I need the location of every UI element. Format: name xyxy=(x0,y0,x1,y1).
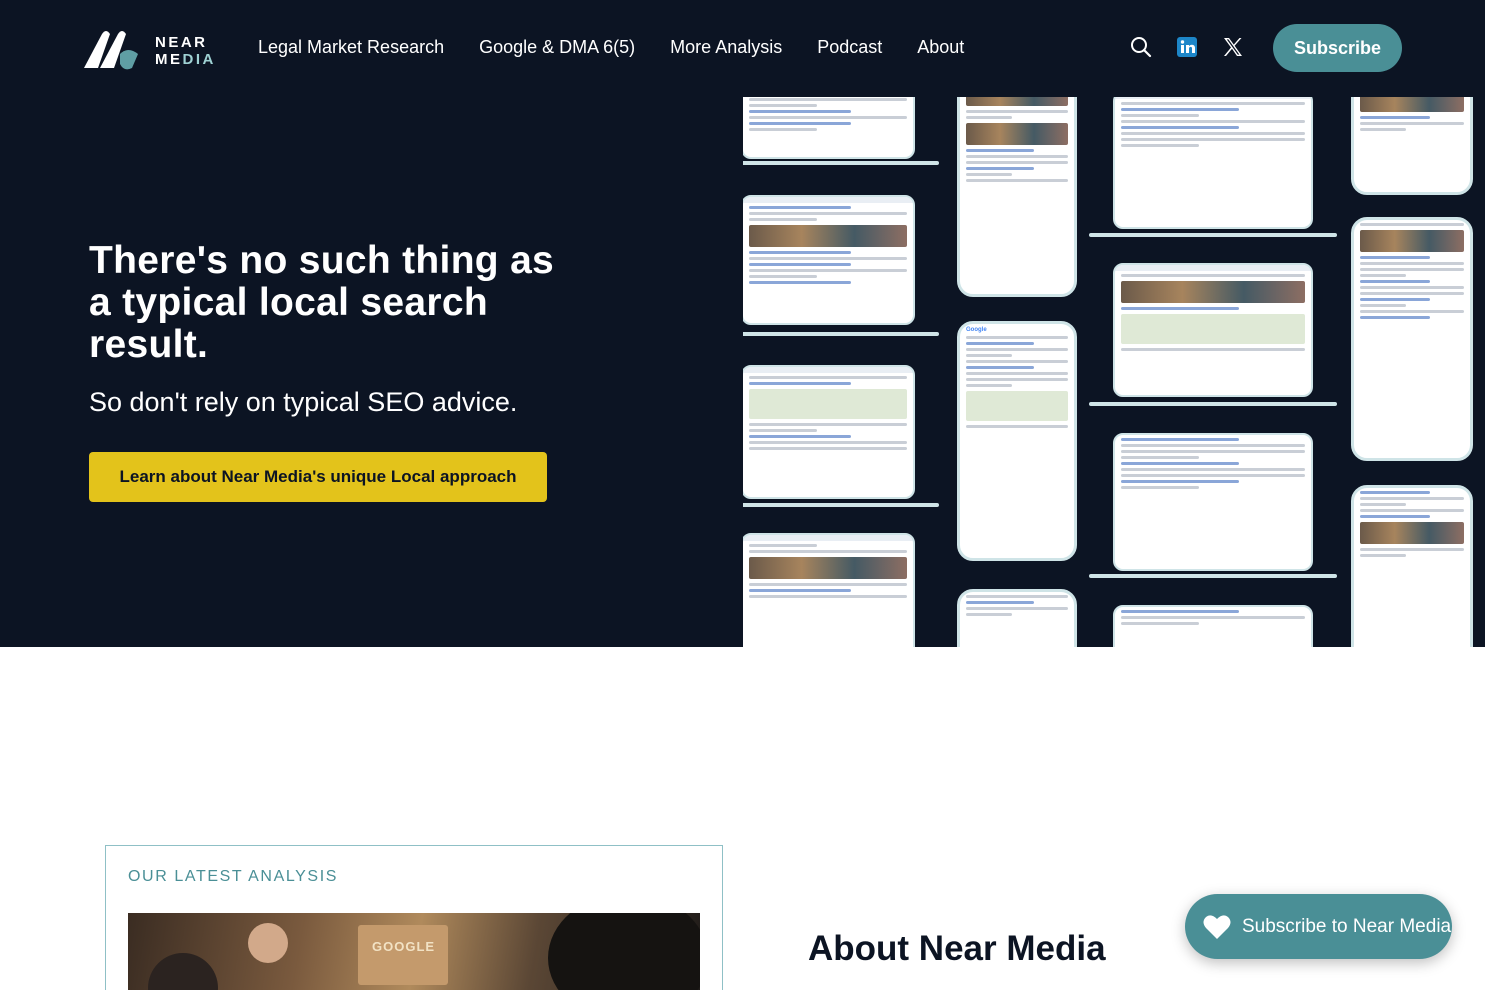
hero-title: There's no such thing as a typical local… xyxy=(89,239,555,366)
search-icon[interactable] xyxy=(1128,34,1154,60)
serp-screenshot xyxy=(957,589,1077,647)
hero-subtitle: So don't rely on typical SEO advice. xyxy=(89,387,518,417)
logo-line-2a: ME xyxy=(155,51,183,68)
linkedin-icon[interactable] xyxy=(1174,34,1200,60)
serp-screenshot xyxy=(743,195,915,325)
site-header: NEAR MEDIA Legal Market Research Google … xyxy=(0,0,1485,97)
serp-screenshot xyxy=(957,97,1077,297)
floating-subscribe-button[interactable]: Subscribe to Near Media xyxy=(1185,894,1452,959)
floating-subscribe-label: Subscribe to Near Media xyxy=(1242,915,1452,937)
serp-screenshot xyxy=(743,365,915,499)
logo-line-2: MEDIA xyxy=(155,51,216,68)
logo-line-1: NEAR xyxy=(155,34,208,51)
latest-analysis-card[interactable]: OUR LATEST ANALYSIS GOOGLE xyxy=(105,845,723,990)
nav-about[interactable]: About xyxy=(917,36,964,58)
serp-screenshot xyxy=(1113,97,1313,229)
image-sign-text: GOOGLE xyxy=(372,939,436,954)
collage-google-label: Google xyxy=(966,327,987,333)
serp-screenshot: Google xyxy=(957,321,1077,561)
logo-wordmark: NEAR MEDIA xyxy=(155,34,216,68)
logo-line-2b: DIA xyxy=(182,51,216,68)
serp-screenshot xyxy=(1113,433,1313,571)
latest-analysis-image[interactable]: GOOGLE xyxy=(128,913,700,990)
serp-screenshot xyxy=(1351,217,1473,461)
local-approach-cta-button[interactable]: Learn about Near Media's unique Local ap… xyxy=(89,452,547,502)
hero-section: There's no such thing as a typical local… xyxy=(0,97,1485,647)
nav-google-dma[interactable]: Google & DMA 6(5) xyxy=(479,36,635,58)
nav-more-analysis[interactable]: More Analysis xyxy=(670,36,782,58)
serp-screenshot xyxy=(1351,485,1473,647)
search-results-collage: Google xyxy=(743,97,1485,647)
serp-screenshot xyxy=(1351,97,1473,195)
latest-analysis-label: OUR LATEST ANALYSIS xyxy=(128,868,339,885)
header-icons xyxy=(1128,34,1266,60)
serp-screenshot xyxy=(743,97,915,159)
heart-icon xyxy=(1202,912,1232,942)
nav-podcast[interactable]: Podcast xyxy=(817,36,882,58)
about-near-media-heading: About Near Media xyxy=(808,929,1106,968)
serp-screenshot xyxy=(1113,605,1313,647)
main-nav: Legal Market Research Google & DMA 6(5) … xyxy=(258,36,999,58)
x-twitter-icon[interactable] xyxy=(1220,34,1246,60)
nav-legal-market-research[interactable]: Legal Market Research xyxy=(258,36,444,58)
near-media-logo[interactable]: NEAR MEDIA xyxy=(82,28,222,72)
logo-mark-icon xyxy=(84,31,138,70)
subscribe-button[interactable]: Subscribe xyxy=(1273,24,1402,72)
serp-screenshot xyxy=(1113,263,1313,397)
serp-screenshot xyxy=(743,533,915,647)
